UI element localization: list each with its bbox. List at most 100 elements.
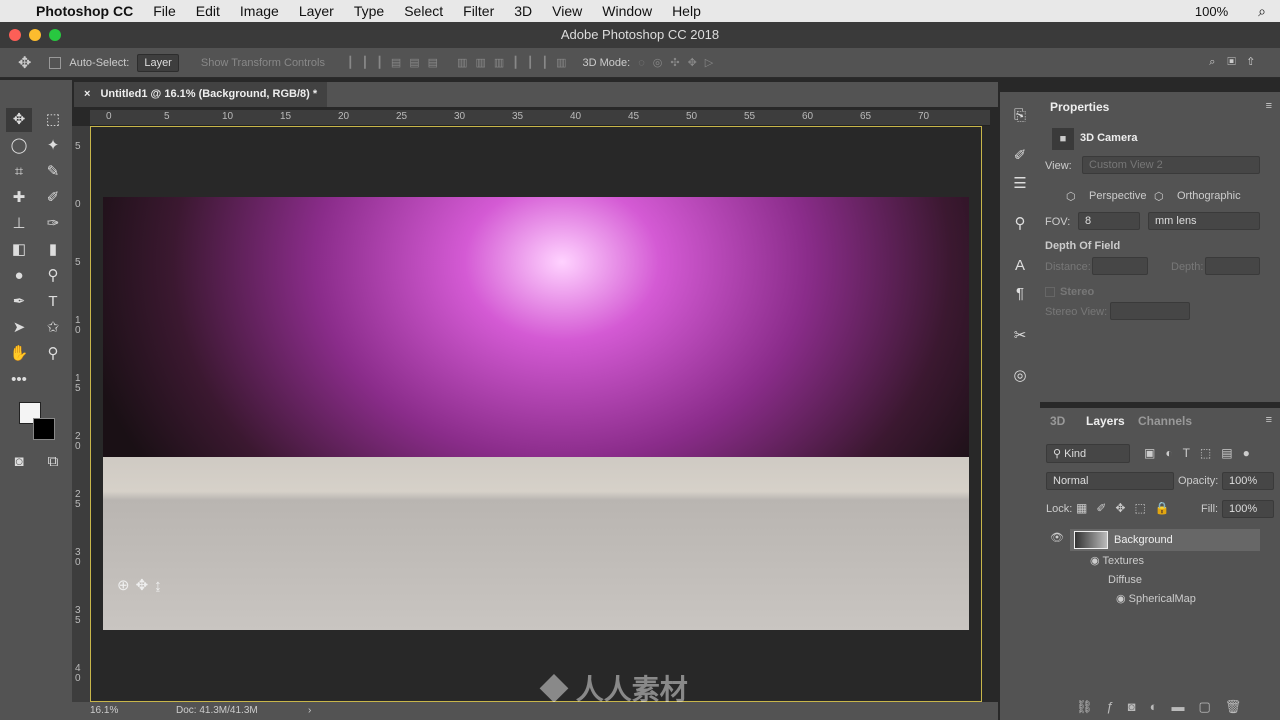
- view-dropdown[interactable]: Custom View 2: [1082, 156, 1260, 174]
- panel-menu-icon[interactable]: ≡: [1266, 100, 1272, 112]
- properties-title[interactable]: Properties: [1050, 100, 1109, 114]
- 3d-axis-widget-icons[interactable]: ⊕✥↨: [117, 576, 168, 594]
- minimize-window-button[interactable]: [29, 29, 41, 41]
- tab-channels[interactable]: Channels: [1138, 414, 1192, 428]
- layer-row-background[interactable]: Background: [1070, 529, 1260, 551]
- auto-select-label: Auto-Select:: [69, 56, 130, 69]
- paragraph-icon[interactable]: ¶: [1007, 282, 1033, 306]
- auto-select-dropdown[interactable]: Layer: [137, 53, 179, 72]
- ruler-tick-label: 65: [860, 111, 872, 122]
- status-bar: 16.1% Doc: 41.3M/41.3M ›: [72, 702, 998, 720]
- more-tools-icon[interactable]: •••: [6, 368, 32, 392]
- zoom-tool-icon[interactable]: ⚲: [40, 342, 66, 366]
- tool-presets-icon[interactable]: ✂: [1007, 324, 1033, 348]
- auto-select-checkbox[interactable]: [49, 56, 62, 69]
- zoom-window-button[interactable]: [49, 29, 61, 41]
- visibility-eye-icon[interactable]: ◉: [1116, 593, 1129, 605]
- depth-input[interactable]: [1205, 257, 1260, 275]
- opacity-input[interactable]: 100%: [1222, 472, 1274, 490]
- type-tool-icon[interactable]: T: [40, 290, 66, 314]
- menu-help[interactable]: Help: [672, 3, 701, 19]
- document-tab[interactable]: × Untitled1 @ 16.1% (Background, RGB/8) *: [74, 82, 328, 107]
- brush-settings-icon[interactable]: ✐: [1007, 144, 1033, 168]
- menu-filter[interactable]: Filter: [463, 3, 494, 19]
- 3d-materials-icon[interactable]: ◎: [1007, 364, 1033, 388]
- dodge-tool-icon[interactable]: ⚲: [40, 264, 66, 288]
- filter-icons[interactable]: ▣◐T⬚▤●: [1144, 446, 1260, 460]
- blur-tool-icon[interactable]: ●: [6, 264, 32, 288]
- lasso-tool-icon[interactable]: ◯: [6, 134, 32, 158]
- visibility-eye-icon[interactable]: 👁: [1050, 531, 1064, 544]
- eraser-icon[interactable]: ◧: [6, 238, 32, 262]
- history-brush-icon[interactable]: ✑: [40, 212, 66, 236]
- eyedropper-icon[interactable]: ✎: [40, 160, 66, 184]
- camera-icon: ■: [1052, 128, 1074, 150]
- hand-tool-icon[interactable]: ✋: [6, 342, 32, 366]
- close-tab-icon[interactable]: ×: [84, 88, 90, 100]
- status-menu-arrow[interactable]: ›: [308, 702, 311, 720]
- menu-image[interactable]: Image: [240, 3, 279, 19]
- path-selection-icon[interactable]: ➤: [6, 316, 32, 340]
- kind-filter-dropdown[interactable]: ⚲ Kind: [1046, 444, 1130, 463]
- perspective-icon[interactable]: ⬡: [1066, 190, 1076, 203]
- menu-select[interactable]: Select: [404, 3, 443, 19]
- 3d-mode-icons[interactable]: ◌◎✣✥▷: [638, 56, 721, 69]
- menu-layer[interactable]: Layer: [299, 3, 334, 19]
- healing-brush-icon[interactable]: ✚: [6, 186, 32, 210]
- clone-stamp-icon[interactable]: ⊥: [6, 212, 32, 236]
- orthographic-icon[interactable]: ⬡: [1154, 190, 1164, 203]
- crop-tool-icon[interactable]: ⌗: [6, 160, 32, 184]
- history-icon[interactable]: ⎘: [1007, 104, 1033, 128]
- pen-tool-icon[interactable]: ✒: [6, 290, 32, 314]
- menu-file[interactable]: File: [153, 3, 176, 19]
- layer-row-sphericalmap[interactable]: ◉ SphericalMap: [1116, 590, 1280, 609]
- fov-unit-dropdown[interactable]: mm lens: [1148, 212, 1260, 230]
- stereo-checkbox[interactable]: [1045, 287, 1055, 297]
- tab-layers[interactable]: Layers: [1076, 408, 1135, 434]
- libraries-icon[interactable]: ⚲: [1007, 212, 1033, 236]
- search-icon[interactable]: ⌕: [1258, 3, 1266, 20]
- zoom-level[interactable]: 16.1%: [90, 702, 118, 720]
- screen-mode-icon[interactable]: ⧉: [40, 450, 66, 474]
- marquee-tool-icon[interactable]: ⬚: [40, 108, 66, 132]
- layer-actions-icons[interactable]: ⛓ƒ◙◐▬▢🗑: [1076, 699, 1255, 715]
- layer-row-textures[interactable]: ◉ Textures: [1090, 552, 1280, 571]
- layer-row-diffuse[interactable]: Diffuse: [1108, 571, 1280, 590]
- ruler-tick-label: 1 0: [75, 315, 81, 336]
- align-icons[interactable]: ┃┃┃▤▤▤ ▥▥▥┃┃┃▥: [347, 56, 575, 69]
- adjustments-icon[interactable]: ☰: [1007, 172, 1033, 196]
- stereo-view-input[interactable]: [1110, 302, 1190, 320]
- gradient-icon[interactable]: ▮: [40, 238, 66, 262]
- menu-type[interactable]: Type: [354, 3, 384, 19]
- horizontal-ruler: 0 5 10 15 20 25 30 35 40 45 50 55 60 65 70: [90, 110, 990, 126]
- character-icon[interactable]: A: [1007, 254, 1033, 278]
- magic-wand-icon[interactable]: ✦: [40, 134, 66, 158]
- lock-icons[interactable]: ▦✐✥⬚🔒: [1076, 501, 1179, 515]
- menu-edit[interactable]: Edit: [196, 3, 220, 19]
- move-tool-icon[interactable]: ✥: [6, 108, 32, 132]
- layers-list: Background 👁 ◉ Textures Diffuse ◉ Spheri…: [1040, 528, 1280, 608]
- close-window-button[interactable]: [9, 29, 21, 41]
- fill-input[interactable]: 100%: [1222, 500, 1274, 518]
- quick-mask-icon[interactable]: ◙: [6, 450, 32, 474]
- blend-mode-dropdown[interactable]: Normal: [1046, 472, 1174, 490]
- menu-window[interactable]: Window: [602, 3, 652, 19]
- menu-view[interactable]: View: [552, 3, 582, 19]
- lock-label: Lock:: [1046, 503, 1073, 515]
- menu-3d[interactable]: 3D: [514, 3, 532, 19]
- menu-photoshop[interactable]: Photoshop CC: [36, 3, 133, 19]
- distance-input[interactable]: [1092, 257, 1148, 275]
- background-color-swatch[interactable]: [33, 418, 55, 440]
- document-image[interactable]: [103, 197, 969, 630]
- move-tool-icon[interactable]: ✥: [18, 53, 31, 73]
- visibility-eye-icon[interactable]: ◉: [1090, 555, 1102, 567]
- shape-tool-icon[interactable]: ✩: [40, 316, 66, 340]
- perspective-button[interactable]: Perspective: [1089, 190, 1146, 202]
- workspace-icons[interactable]: ⌕▣⇧: [1209, 56, 1266, 69]
- brush-tool-icon[interactable]: ✐: [40, 186, 66, 210]
- fov-input[interactable]: 8: [1078, 212, 1140, 230]
- show-transform-controls[interactable]: Show Transform Controls: [201, 57, 325, 69]
- orthographic-button[interactable]: Orthographic: [1177, 190, 1241, 202]
- tab-3d[interactable]: 3D: [1050, 414, 1065, 428]
- panel-menu-icon[interactable]: ≡: [1266, 414, 1272, 426]
